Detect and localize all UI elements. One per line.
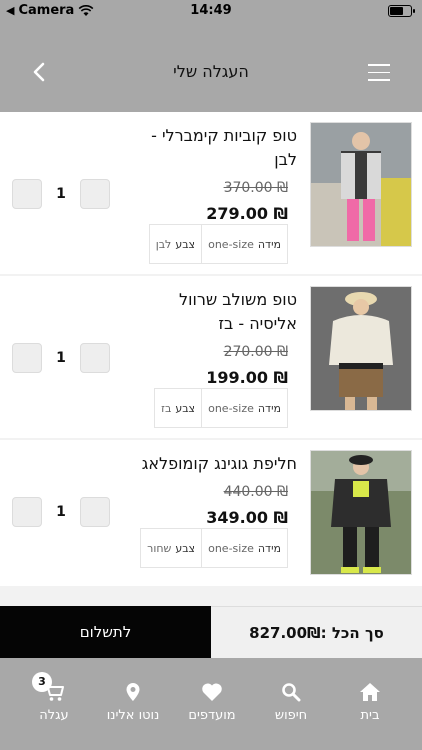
app-header: העגלה שלי <box>0 22 422 112</box>
status-bar: ◀ Camera 14:49 <box>0 0 422 22</box>
original-price: 270.00 ₪ <box>223 344 288 360</box>
size-value: one-size <box>208 541 254 555</box>
quantity-value: 1 <box>56 504 66 520</box>
color-attribute: צבע לבן <box>150 225 203 263</box>
size-attribute: מידה one-size <box>202 529 287 567</box>
product-attributes: מידה one-size צבע שחור <box>140 528 288 568</box>
product-image[interactable] <box>310 286 412 411</box>
product-image[interactable] <box>310 122 412 247</box>
hamburger-menu-icon[interactable] <box>368 64 390 81</box>
quantity-increase-button[interactable] <box>80 497 110 527</box>
tab-label: בית <box>360 708 380 723</box>
home-icon <box>360 683 380 701</box>
color-label: צבע <box>175 237 196 251</box>
cart-count-badge: 3 <box>32 672 52 692</box>
sale-price: 279.00 ₪ <box>206 204 288 223</box>
clock: 14:49 <box>190 3 232 18</box>
page-title: העגלה שלי <box>173 62 249 81</box>
tab-cart[interactable]: עגלה <box>12 680 96 723</box>
cart-item: חליפת גוגינג קומופלאג 440.00 ₪ 349.00 ₪ … <box>0 440 422 586</box>
color-value: לבן <box>155 237 172 251</box>
quantity-value: 1 <box>56 350 66 366</box>
product-attributes: מידה one-size צבע בז <box>154 388 288 428</box>
size-attribute: מידה one-size <box>202 389 287 427</box>
search-icon <box>282 683 301 702</box>
tab-label: חיפוש <box>274 708 308 723</box>
tab-search[interactable]: חיפוש <box>249 680 333 723</box>
quantity-decrease-button[interactable] <box>12 343 42 373</box>
product-name[interactable]: טופ משולב שרוול אליסיה - בז <box>127 288 297 336</box>
quantity-increase-button[interactable] <box>80 179 110 209</box>
size-label: מידה <box>257 541 281 555</box>
color-attribute: צבע שחור <box>141 529 203 567</box>
heart-icon <box>202 683 222 701</box>
color-value: בז <box>161 401 172 415</box>
tab-contact[interactable]: נוטו אלינו <box>91 680 175 723</box>
size-label: מידה <box>257 237 281 251</box>
product-name[interactable]: חליפת גוגינג קומופלאג <box>97 452 297 476</box>
color-label: צבע <box>175 401 196 415</box>
location-pin-icon <box>126 683 140 701</box>
size-value: one-size <box>208 237 254 251</box>
original-price: 370.00 ₪ <box>223 180 288 196</box>
cart-total: סך הכל :827.00₪ <box>211 606 422 658</box>
quantity-decrease-button[interactable] <box>12 497 42 527</box>
sale-price: 199.00 ₪ <box>206 368 288 387</box>
original-price: 440.00 ₪ <box>223 484 288 500</box>
product-attributes: מידה one-size צבע לבן <box>148 224 288 264</box>
product-image[interactable] <box>310 450 412 575</box>
size-attribute: מידה one-size <box>202 225 287 263</box>
cart-list: טופ קוביות קימברלי - לבן 370.00 ₪ 279.00… <box>0 112 422 606</box>
cart-item: טופ משולב שרוול אליסיה - בז 270.00 ₪ 199… <box>0 276 422 438</box>
size-label: מידה <box>257 401 281 415</box>
battery-icon <box>388 5 415 17</box>
color-label: צבע <box>175 541 196 555</box>
sale-price: 349.00 ₪ <box>206 508 288 527</box>
tab-label: נוטו אלינו <box>106 708 160 723</box>
tab-label: מועדפים <box>188 708 236 723</box>
checkout-button[interactable]: לתשלום <box>0 606 211 658</box>
product-name[interactable]: טופ קוביות קימברלי - לבן <box>127 124 297 172</box>
size-value: one-size <box>208 401 254 415</box>
color-attribute: צבע בז <box>155 389 203 427</box>
color-value: שחור <box>147 541 172 555</box>
quantity-value: 1 <box>56 186 66 202</box>
tab-label: עגלה <box>39 708 69 723</box>
cart-item: טופ קוביות קימברלי - לבן 370.00 ₪ 279.00… <box>0 112 422 274</box>
tab-favorites[interactable]: מועדפים <box>170 680 254 723</box>
quantity-decrease-button[interactable] <box>12 179 42 209</box>
bottom-tab-bar: עגלה 3 נוטו אלינו מועדפים חיפוש בית <box>0 658 422 750</box>
tab-home[interactable]: בית <box>328 680 412 723</box>
quantity-increase-button[interactable] <box>80 343 110 373</box>
checkout-bar: לתשלום סך הכל :827.00₪ <box>0 606 422 658</box>
